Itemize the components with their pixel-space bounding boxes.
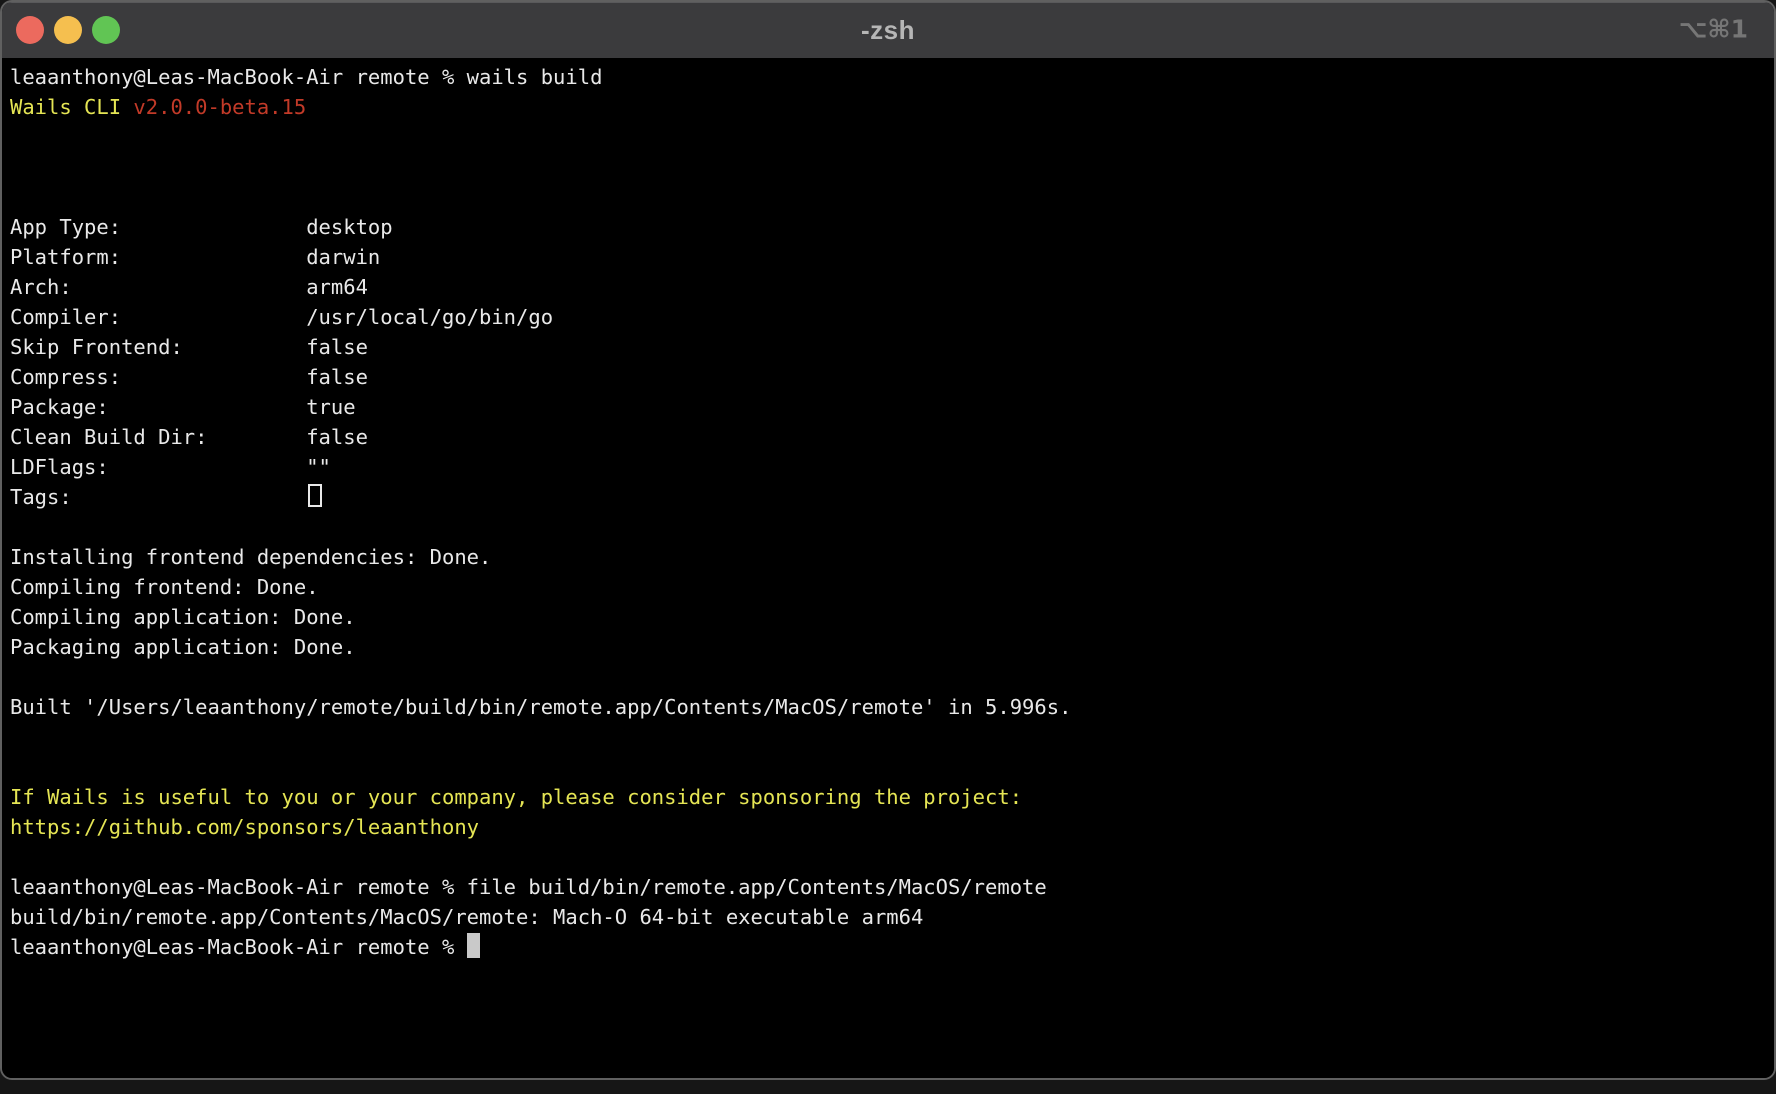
terminal-screen[interactable]: leaanthony@Leas-MacBook-Air remote % wai… <box>2 58 1774 1078</box>
terminal-text: Tags: <box>10 485 306 509</box>
sponsor-link[interactable]: https://github.com/sponsors/leaanthony <box>10 815 479 839</box>
terminal-line: leaanthony@Leas-MacBook-Air remote % <box>10 932 1766 962</box>
terminal-text: v2.0.0-beta.15 <box>133 95 306 119</box>
terminal-line: leaanthony@Leas-MacBook-Air remote % wai… <box>10 62 1766 92</box>
terminal-text: Packaging application: Done. <box>10 635 356 659</box>
terminal-text: Arch: arm64 <box>10 275 368 299</box>
text-cursor <box>467 933 480 958</box>
terminal-text: Platform: darwin <box>10 245 380 269</box>
minimize-button[interactable] <box>54 16 82 44</box>
terminal-line <box>10 722 1766 752</box>
close-button[interactable] <box>16 16 44 44</box>
window-shortcut-badge: ⌥⌘1 <box>1679 14 1748 43</box>
terminal-line: Installing frontend dependencies: Done. <box>10 542 1766 572</box>
terminal-text: If Wails is useful to you or your compan… <box>10 785 1022 809</box>
terminal-text: Clean Build Dir: false <box>10 425 368 449</box>
terminal-line <box>10 182 1766 212</box>
terminal-line: https://github.com/sponsors/leaanthony <box>10 812 1766 842</box>
terminal-line: Compiler: /usr/local/go/bin/go <box>10 302 1766 332</box>
terminal-line: LDFlags: "" <box>10 452 1766 482</box>
terminal-text: Compiling frontend: Done. <box>10 575 319 599</box>
terminal-line: If Wails is useful to you or your compan… <box>10 782 1766 812</box>
terminal-text: Compiler: /usr/local/go/bin/go <box>10 305 553 329</box>
terminal-text: Compiling application: Done. <box>10 605 356 629</box>
terminal-text: build/bin/remote.app/Contents/MacOS/remo… <box>10 905 923 929</box>
terminal-line: build/bin/remote.app/Contents/MacOS/remo… <box>10 902 1766 932</box>
terminal-line: Package: true <box>10 392 1766 422</box>
terminal-line: Compiling application: Done. <box>10 602 1766 632</box>
terminal-line: Arch: arm64 <box>10 272 1766 302</box>
terminal-window: -zsh ⌥⌘1 leaanthony@Leas-MacBook-Air rem… <box>0 0 1776 1080</box>
terminal-text: leaanthony@Leas-MacBook-Air remote % fil… <box>10 875 1047 899</box>
terminal-text: Built '/Users/leaanthony/remote/build/bi… <box>10 695 1071 719</box>
terminal-text: LDFlags: "" <box>10 455 331 479</box>
terminal-text: Compress: false <box>10 365 368 389</box>
terminal-text: App Type: desktop <box>10 215 393 239</box>
traffic-lights <box>16 16 120 44</box>
terminal-line <box>10 122 1766 152</box>
terminal-line <box>10 512 1766 542</box>
terminal-line: Wails CLI v2.0.0-beta.15 <box>10 92 1766 122</box>
terminal-line: Packaging application: Done. <box>10 632 1766 662</box>
terminal-line: Compiling frontend: Done. <box>10 572 1766 602</box>
terminal-line: Compress: false <box>10 362 1766 392</box>
terminal-line <box>10 752 1766 782</box>
terminal-text: leaanthony@Leas-MacBook-Air remote % <box>10 935 467 959</box>
terminal-line: Skip Frontend: false <box>10 332 1766 362</box>
terminal-line <box>10 152 1766 182</box>
terminal-line: leaanthony@Leas-MacBook-Air remote % fil… <box>10 872 1766 902</box>
terminal-line <box>10 662 1766 692</box>
terminal-line: App Type: desktop <box>10 212 1766 242</box>
window-titlebar[interactable]: -zsh ⌥⌘1 <box>2 2 1774 58</box>
terminal-line <box>10 842 1766 872</box>
terminal-text: Skip Frontend: false <box>10 335 368 359</box>
terminal-text: Wails CLI <box>10 95 133 119</box>
terminal-line: Tags: <box>10 482 1766 512</box>
terminal-line: Platform: darwin <box>10 242 1766 272</box>
window-title: -zsh <box>861 15 915 46</box>
zoom-button[interactable] <box>92 16 120 44</box>
terminal-line: Built '/Users/leaanthony/remote/build/bi… <box>10 692 1766 722</box>
terminal-text: leaanthony@Leas-MacBook-Air remote % wai… <box>10 65 602 89</box>
terminal-line: Clean Build Dir: false <box>10 422 1766 452</box>
missing-glyph-box-icon <box>308 484 322 507</box>
terminal-text: Installing frontend dependencies: Done. <box>10 545 491 569</box>
terminal-text: Package: true <box>10 395 356 419</box>
